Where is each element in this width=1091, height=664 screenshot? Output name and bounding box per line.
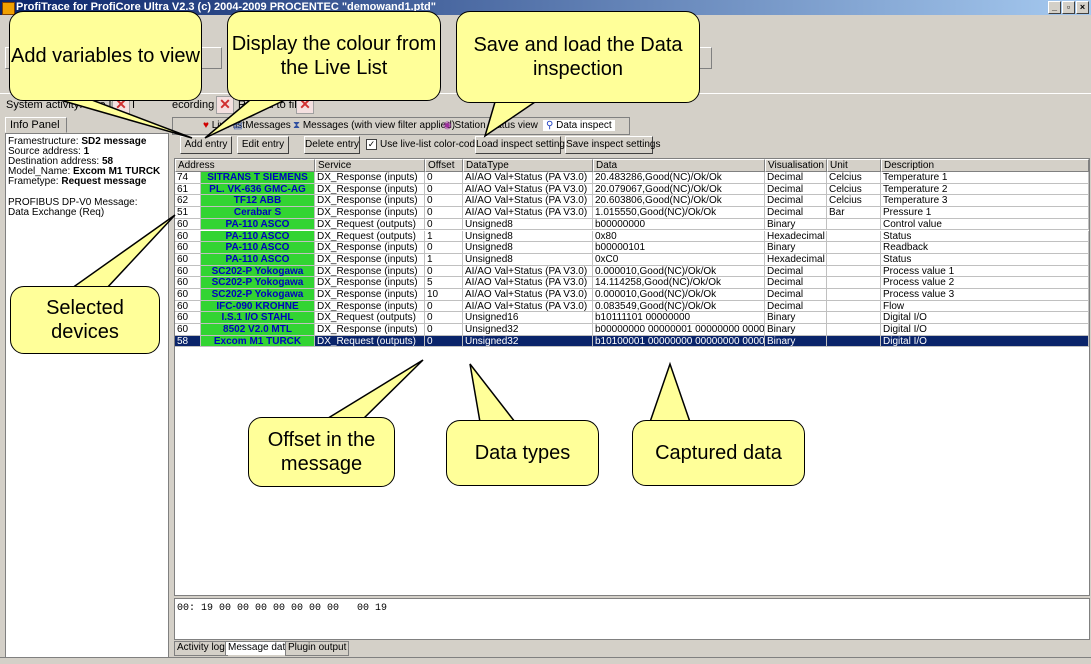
callout-add-variables: Add variables to view xyxy=(9,11,202,101)
callout-save-load: Save and load the Data inspection xyxy=(456,11,700,103)
pointer-save-load xyxy=(483,101,538,138)
callout-selected-devices: Selected devices xyxy=(10,286,160,354)
callout-display-colour: Display the colour from the Live List xyxy=(227,11,441,101)
callout-data-types: Data types xyxy=(446,420,599,486)
callout-captured-data: Captured data xyxy=(632,420,805,486)
pointer-offset xyxy=(322,359,424,421)
pointer-add-variables xyxy=(59,99,193,139)
pointer-selected-devices xyxy=(62,214,176,294)
pointer-data-types xyxy=(469,363,517,423)
callout-offset: Offset in the message xyxy=(248,417,395,487)
pointer-captured-data xyxy=(648,361,692,423)
pointer-display-colour xyxy=(204,99,286,139)
